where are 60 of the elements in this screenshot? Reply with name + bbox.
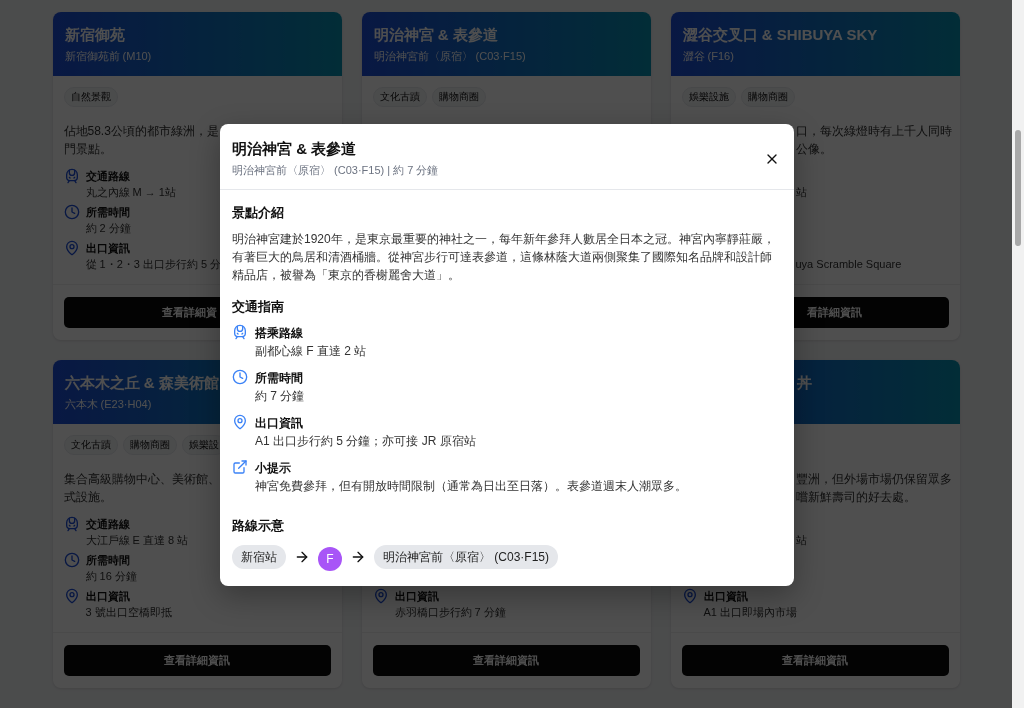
card-title: 六本木之丘 & 森美術館	[64, 373, 219, 393]
transit-label: 所需時間	[255, 370, 304, 387]
details-button[interactable]: 查看詳細資訊	[63, 645, 331, 676]
arrow-icon	[294, 549, 310, 565]
transit-value: 副都心線 F 直達 2 站	[255, 343, 367, 360]
section-heading: 交通指南	[232, 298, 285, 316]
map-pin-icon	[372, 588, 389, 604]
detail-label: 交通路線	[85, 169, 130, 184]
arrow-icon	[350, 549, 366, 565]
train-icon	[63, 516, 80, 532]
detail-label: 出口資訊	[394, 589, 439, 604]
category-tag: 自然景觀	[63, 87, 118, 107]
station-chip: 明治神宮前〈原宿〉 (C03·F15)	[374, 545, 558, 569]
card-title: 明治神宮 & 表參道	[373, 25, 498, 45]
map-pin-icon	[232, 414, 248, 430]
card-title: 澀谷交叉口 & SHIBUYA SKY	[682, 25, 878, 45]
card-title: 丼	[796, 373, 812, 393]
station-chip: 新宿站	[232, 545, 286, 569]
detail-value: 丸之內線 M → 1站	[85, 185, 176, 200]
details-button[interactable]: 查看詳細資訊	[372, 645, 640, 676]
category-tag: 購物商圈	[122, 435, 177, 455]
map-pin-icon	[63, 588, 80, 604]
card-title: 新宿御苑	[64, 25, 125, 45]
map-pin-icon	[63, 240, 80, 256]
detail-value: 約 2 分鐘	[85, 221, 131, 236]
section-heading: 景點介紹	[232, 204, 285, 222]
description-text: 集合高級購物中心、美術館、	[63, 471, 220, 488]
clock-icon	[63, 552, 80, 568]
transit-label: 搭乘路線	[255, 325, 304, 342]
detail-value: 約 16 分鐘	[85, 569, 137, 584]
detail-value: uya Scramble Square	[795, 257, 902, 272]
clock-icon	[63, 204, 80, 220]
transit-value: A1 出口步行約 5 分鐘；亦可接 JR 原宿站	[255, 433, 476, 450]
train-icon	[232, 324, 248, 340]
dialog-subtitle: 明治神宮前〈原宿〉 (C03·F15) | 約 7 分鐘	[232, 163, 439, 178]
line-badge: F	[318, 547, 342, 571]
dialog-title: 明治神宮 & 表參道	[232, 140, 358, 159]
intro-paragraph: 明治神宮建於1920年，是東京最重要的神社之一，每年新年參拜人數居全日本之冠。神宮內寧靜莊嚴，有著巨大的鳥居和清酒桶牆。從神宮步行可達表參道，這條林蔭大道兩側聚集了國際知名品牌和設計師精品店，被譽為「東京的香榭麗舍大道」。	[232, 231, 776, 284]
description-text: 門景點。	[63, 141, 112, 158]
description-text: 式設施。	[63, 489, 112, 506]
external-link-icon	[232, 459, 248, 475]
detail-label: 出口資訊	[703, 589, 748, 604]
detail-label: 交通路線	[85, 517, 130, 532]
transit-value: 神宮免費參拜，但有開放時間限制（通常為日出至日落）。表參道週末人潮眾多。	[255, 478, 687, 495]
category-tag: 購物商圈	[431, 87, 486, 107]
section-heading: 路線示意	[232, 517, 285, 535]
detail-label: 出口資訊	[85, 589, 130, 604]
clock-icon	[232, 369, 248, 385]
card-subtitle: 澀谷 (F16)	[682, 49, 734, 64]
train-icon	[63, 168, 80, 184]
detail-label: 所需時間	[85, 553, 130, 568]
transit-value: 約 7 分鐘	[255, 388, 305, 405]
detail-label: 所需時間	[85, 205, 130, 220]
map-pin-icon	[681, 588, 698, 604]
scrollbar[interactable]	[1012, 0, 1024, 708]
transit-label: 小提示	[255, 460, 292, 477]
category-tag: 購物商圈	[740, 87, 795, 107]
detail-label: 出口資訊	[85, 241, 130, 256]
details-button[interactable]: 查看詳細資訊	[681, 645, 949, 676]
transit-label: 出口資訊	[255, 415, 304, 432]
